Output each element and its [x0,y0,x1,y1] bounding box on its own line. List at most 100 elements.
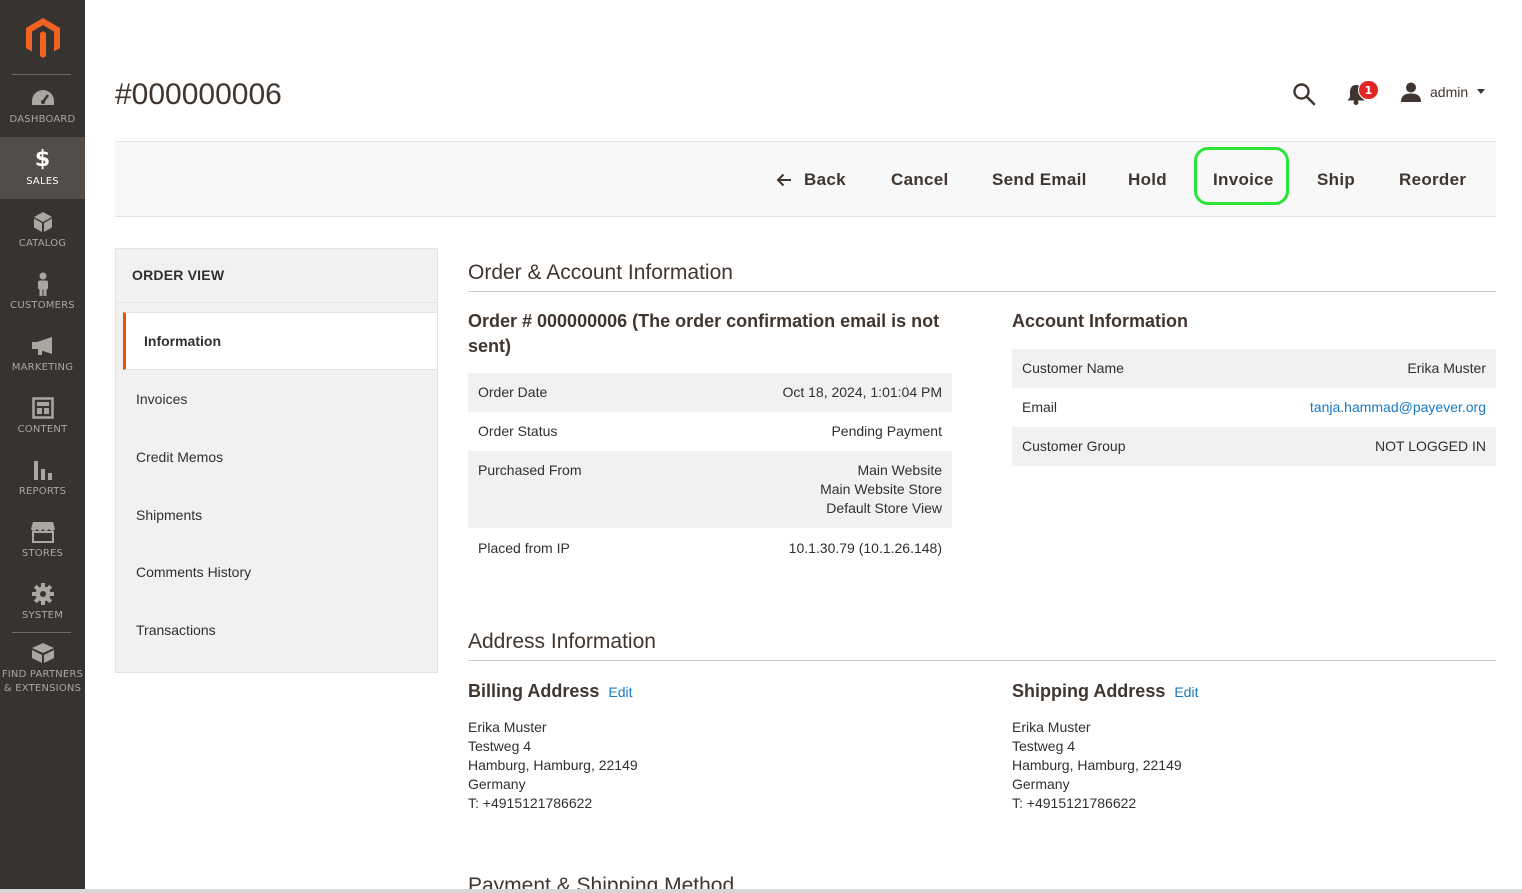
tab-shipments[interactable]: Shipments [116,486,437,544]
shipping-phone: T: +4915121786622 [1012,795,1137,811]
order-info-table: Order Date Oct 18, 2024, 1:01:04 PM Orde… [468,373,952,568]
dashboard-icon [30,86,56,110]
account-information-heading: Account Information [1012,311,1188,331]
nav-label: REPORTS [18,486,67,497]
shipping-address-title: Shipping Address [1012,681,1166,701]
table-row: Email tanja.hammad@payever.org [1012,388,1496,427]
gear-icon [30,582,56,606]
edit-shipping-address-link[interactable]: Edit [1174,684,1198,700]
nav-item-sales[interactable]: $ SALES [0,137,85,199]
magento-logo-icon [25,17,60,58]
order-view-title: ORDER VIEW [132,267,225,283]
caret-down-icon [1477,89,1486,94]
nav-divider [12,632,71,633]
customer-group-label: Customer Group [1012,427,1200,466]
section-divider [468,660,1496,661]
nav-item-content[interactable]: CONTENT [0,385,85,447]
arrow-left-icon [776,173,792,187]
table-row: Customer Name Erika Muster [1012,349,1496,388]
nav-label-line1: FIND PARTNERS [1,668,84,680]
search-icon [1293,83,1316,106]
reorder-button[interactable]: Reorder [1399,142,1466,217]
nav-item-catalog[interactable]: CATALOG [0,199,85,261]
order-view-title-divider [116,302,437,303]
billing-phone: T: +4915121786622 [468,795,593,811]
customer-email-link[interactable]: tanja.hammad@payever.org [1310,399,1486,415]
section-divider [468,291,1496,292]
nav-item-reports[interactable]: REPORTS [0,447,85,509]
ship-button[interactable]: Ship [1317,142,1355,217]
nav-label: STORES [21,548,64,559]
person-icon [30,272,56,296]
shipping-country: Germany [1012,776,1070,792]
window-bottom-edge [0,889,1522,893]
table-row: Placed from IP 10.1.30.79 (10.1.26.148) [468,528,952,568]
page-title: #000000006 [115,78,282,111]
nav-label: CUSTOMERS [10,300,75,311]
back-button-label: Back [804,169,846,189]
order-status-label: Order Status [478,423,558,439]
nav-label: SALES [26,176,59,187]
billing-address-heading: Billing Address Edit [468,679,632,705]
nav-item-marketing[interactable]: MARKETING [0,323,85,385]
layout-icon [30,396,56,420]
nav-item-find-partners[interactable]: FIND PARTNERS & EXTENSIONS [0,635,85,701]
nav-item-customers[interactable]: CUSTOMERS [0,261,85,323]
admin-user-menu[interactable]: admin [1400,80,1486,104]
tab-transactions[interactable]: Transactions [116,601,437,659]
order-view-tabs: ORDER VIEW Information Invoices Credit M… [115,248,438,673]
email-value: tanja.hammad@payever.org [1199,388,1496,427]
table-row: Order Date Oct 18, 2024, 1:01:04 PM [468,373,952,412]
billing-street: Testweg 4 [468,738,532,754]
nav-item-system[interactable]: SYSTEM [0,571,85,633]
purchased-from-store-view: Default Store View [826,500,942,516]
order-heading-line2: sent) [468,336,512,356]
billing-city: Hamburg, Hamburg, 22149 [468,757,638,773]
address-section-title: Address Information [468,630,656,653]
placed-from-ip-label: Placed from IP [478,540,570,556]
tab-information[interactable]: Information [123,312,437,370]
nav-item-dashboard[interactable]: DASHBOARD [0,75,85,137]
shipping-street: Testweg 4 [1012,738,1076,754]
nav-label: CONTENT [17,424,68,435]
dollar-icon: $ [34,147,51,172]
email-label: Email [1022,399,1058,415]
invoice-button[interactable]: Invoice [1213,142,1274,217]
billing-name: Erika Muster [468,719,547,735]
shipping-city: Hamburg, Hamburg, 22149 [1012,757,1182,773]
table-row: Order Status Pending Payment [468,412,952,451]
account-info-table: Customer Name Erika Muster Email tanja.h… [1012,349,1496,466]
order-date-value: Oct 18, 2024, 1:01:04 PM [665,373,952,412]
tab-invoices[interactable]: Invoices [116,370,437,428]
purchased-from-label: Purchased From [468,451,666,528]
box-icon [30,641,56,665]
admin-username: admin [1430,84,1469,100]
notifications-count-badge[interactable]: 1 [1358,80,1379,100]
edit-billing-address-link[interactable]: Edit [608,684,632,700]
order-account-section-title: Order & Account Information [468,261,733,284]
purchased-from-store: Main Website Store [820,481,942,497]
back-button[interactable]: Back [776,142,846,217]
bar-chart-icon [30,458,56,482]
nav-label-line2: & EXTENSIONS [3,682,82,694]
customer-group-value: NOT LOGGED IN [1199,427,1496,466]
billing-country: Germany [468,776,526,792]
tab-credit-memos[interactable]: Credit Memos [116,428,437,486]
placed-from-ip-value: 10.1.30.79 (10.1.26.148) [788,540,942,556]
billing-address-title: Billing Address [468,681,600,701]
nav-label: DASHBOARD [9,114,76,125]
order-heading-line1: Order # 000000006 (The order confirmatio… [468,311,940,331]
global-search-button[interactable] [1292,82,1316,106]
order-date-label: Order Date [468,373,666,412]
shipping-address-heading: Shipping Address Edit [1012,679,1198,705]
cancel-button[interactable]: Cancel [891,142,949,217]
billing-address-block: Erika Muster Testweg 4 Hamburg, Hamburg,… [468,718,638,813]
cube-icon [30,210,56,234]
storefront-icon [30,520,56,544]
nav-item-stores[interactable]: STORES [0,509,85,571]
tab-comments-history[interactable]: Comments History [116,543,437,601]
hold-button[interactable]: Hold [1128,142,1167,217]
send-email-button[interactable]: Send Email [992,142,1087,217]
purchased-from-value: Main Website Main Website Store Default … [665,451,952,528]
magento-logo[interactable] [0,0,85,75]
